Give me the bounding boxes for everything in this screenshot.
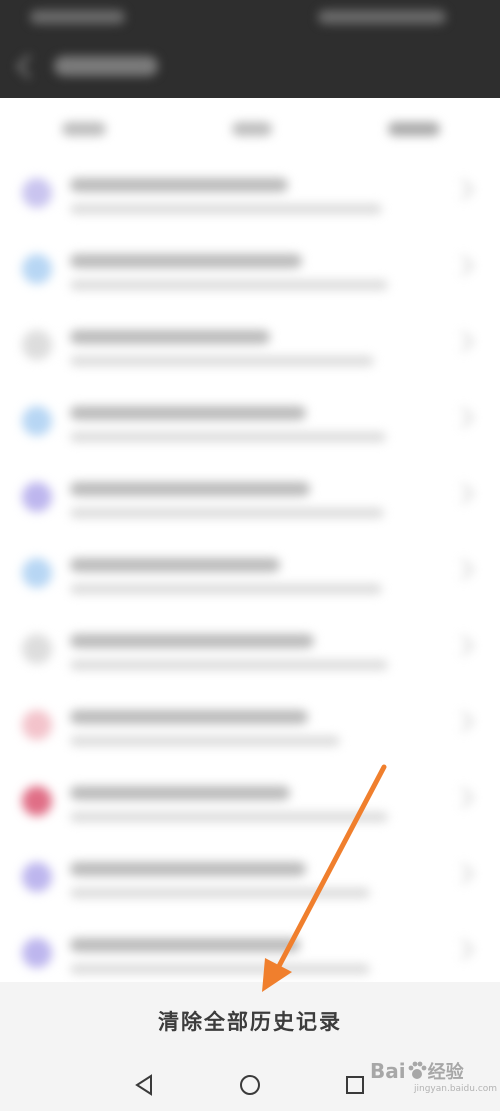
item-icon: [22, 862, 52, 892]
chevron-right-icon: [452, 254, 475, 277]
item-title: [70, 330, 270, 344]
item-title: [70, 558, 280, 572]
item-title: [70, 786, 290, 800]
tab-3[interactable]: [388, 122, 440, 136]
tab-1[interactable]: [62, 122, 106, 136]
home-circle-icon[interactable]: [235, 1070, 265, 1100]
list-item[interactable]: [0, 482, 500, 558]
item-subtitle: [70, 204, 382, 214]
status-bar-right: [318, 10, 446, 24]
item-subtitle: [70, 432, 386, 442]
item-title: [70, 938, 300, 952]
item-icon: [22, 254, 52, 284]
item-title: [70, 482, 310, 496]
item-icon: [22, 178, 52, 208]
item-icon: [22, 406, 52, 436]
app-header: [0, 0, 500, 98]
baidu-watermark: Bai 经验 jingyan.baidu.com: [370, 1058, 497, 1094]
item-title: [70, 710, 308, 724]
item-icon: [22, 938, 52, 968]
list-item[interactable]: [0, 786, 500, 862]
list-item[interactable]: [0, 938, 500, 982]
item-title: [70, 178, 288, 192]
paw-icon: [408, 1061, 427, 1079]
back-triangle-icon[interactable]: [130, 1070, 160, 1100]
item-subtitle: [70, 660, 388, 670]
item-title: [70, 634, 314, 648]
chevron-right-icon: [452, 862, 475, 885]
status-bar-left: [30, 10, 125, 24]
item-subtitle: [70, 280, 388, 290]
chevron-right-icon: [452, 406, 475, 429]
watermark-brand: Bai: [370, 1059, 406, 1083]
item-subtitle: [70, 888, 370, 898]
list-item[interactable]: [0, 634, 500, 710]
item-subtitle: [70, 584, 382, 594]
item-title: [70, 406, 306, 420]
recents-square-icon[interactable]: [340, 1070, 370, 1100]
chevron-right-icon: [452, 938, 475, 961]
list-item[interactable]: [0, 330, 500, 406]
item-subtitle: [70, 964, 370, 974]
history-list: [0, 98, 500, 982]
list-item[interactable]: [0, 406, 500, 482]
item-icon: [22, 330, 52, 360]
item-icon: [22, 482, 52, 512]
list-item[interactable]: [0, 710, 500, 786]
watermark-brand-2: 经验: [427, 1062, 464, 1083]
item-icon: [22, 558, 52, 588]
chevron-right-icon: [452, 710, 475, 733]
item-title: [70, 254, 302, 268]
list-item[interactable]: [0, 862, 500, 938]
item-icon: [22, 634, 52, 664]
chevron-right-icon: [452, 634, 475, 657]
list-item[interactable]: [0, 178, 500, 254]
item-subtitle: [70, 356, 374, 366]
item-title: [70, 862, 306, 876]
chevron-right-icon: [452, 330, 475, 353]
back-arrow-icon[interactable]: [16, 54, 41, 79]
chevron-right-icon: [452, 178, 475, 201]
clear-history-bar: 清除全部历史记录: [0, 982, 500, 1060]
watermark-url: jingyan.baidu.com: [414, 1084, 498, 1094]
item-icon: [22, 710, 52, 740]
chevron-right-icon: [452, 482, 475, 505]
clear-history-button[interactable]: 清除全部历史记录: [158, 1006, 342, 1036]
list-item[interactable]: [0, 558, 500, 634]
list-item[interactable]: [0, 254, 500, 330]
item-subtitle: [70, 812, 388, 822]
tab-2[interactable]: [232, 122, 272, 136]
chevron-right-icon: [452, 786, 475, 809]
chevron-right-icon: [452, 558, 475, 581]
item-subtitle: [70, 508, 384, 518]
item-icon: [22, 786, 52, 816]
item-subtitle: [70, 736, 340, 746]
page-title: [54, 56, 158, 76]
